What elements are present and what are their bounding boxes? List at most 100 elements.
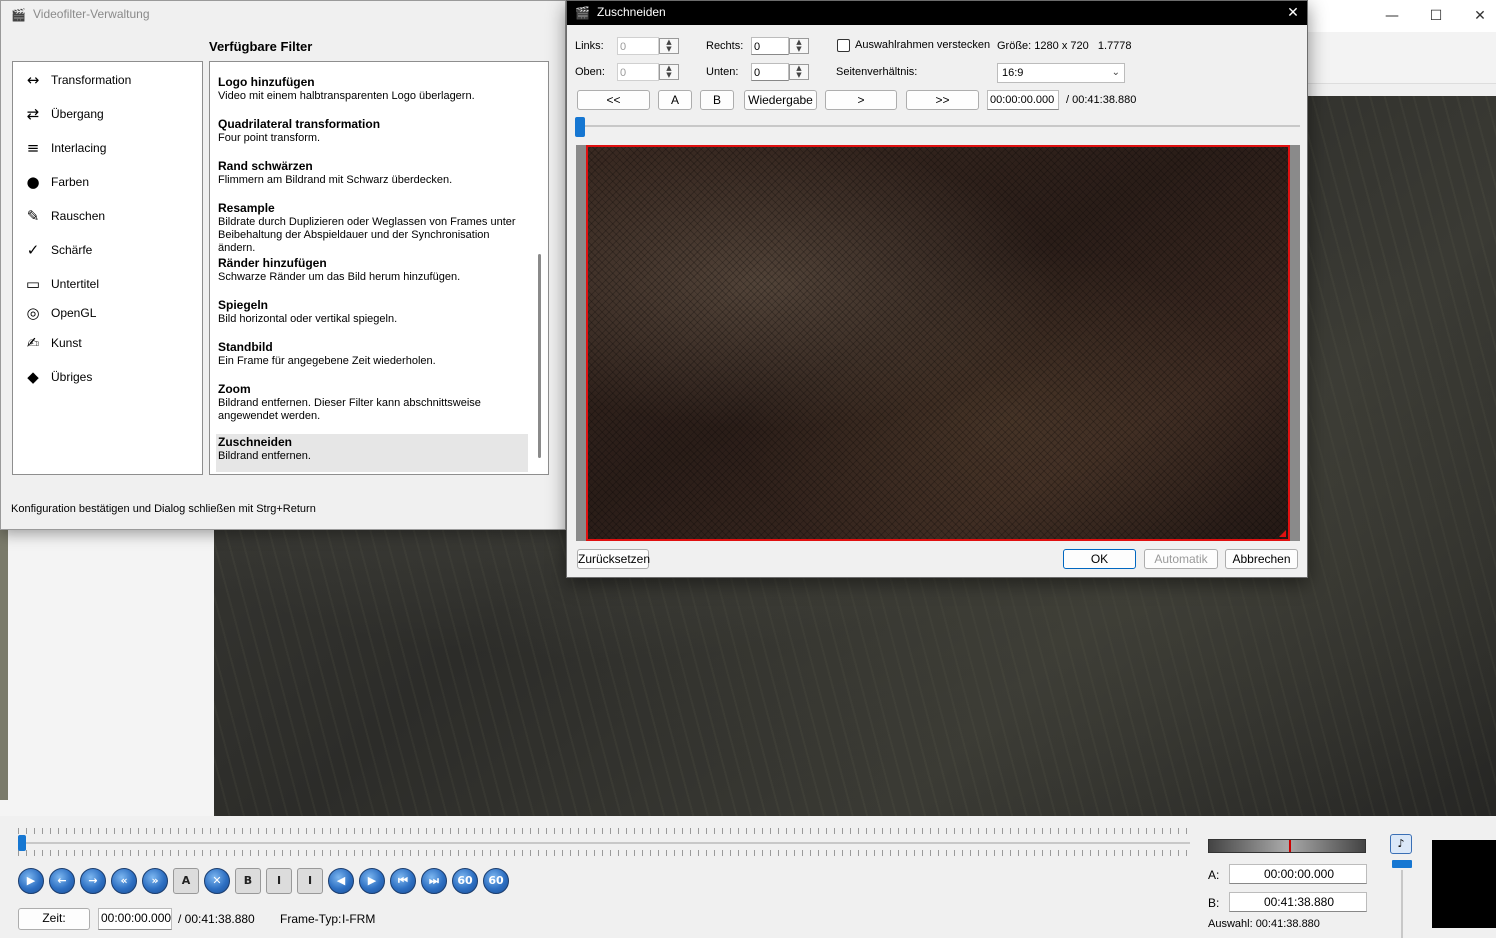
rewind-icon[interactable]: « <box>111 868 137 894</box>
transformation-icon: ↔ <box>26 71 40 89</box>
right-spinner[interactable]: ▲ ▼ <box>789 38 809 54</box>
automatic-button[interactable]: Automatik <box>1144 549 1218 569</box>
marker-a-label: A: <box>1208 868 1220 882</box>
filter-item[interactable]: Spiegeln Bild horizontal oder vertikal sp… <box>216 297 528 331</box>
filter-name: Logo hinzufügen <box>218 75 315 89</box>
category-item[interactable]: ◎ OpenGL <box>19 299 197 329</box>
filter-item[interactable]: Rand schwärzen Flimmern am Bildrand mit S… <box>216 158 528 192</box>
transition-icon: ⇄ <box>26 105 40 123</box>
crop-slider-thumb[interactable] <box>575 117 585 137</box>
filter-name: Resample <box>218 201 275 215</box>
category-label: Kunst <box>51 336 82 350</box>
category-item[interactable]: ≡ Interlacing <box>19 134 197 164</box>
right-input[interactable]: 0 <box>751 37 789 55</box>
goto-b-button[interactable]: B <box>700 90 734 110</box>
set-marker-a-icon[interactable]: A <box>173 868 199 894</box>
category-item[interactable]: ✓ Schärfe <box>19 236 197 266</box>
filter-item[interactable]: Quadrilateral transformation Four point t… <box>216 116 528 150</box>
category-item[interactable]: ✎ Rauschen <box>19 202 197 232</box>
left-panel-edge <box>0 530 8 800</box>
filter-item[interactable]: Zuschneiden Bildrand entfernen. <box>216 434 528 472</box>
next-frame-button[interactable]: > <box>825 90 897 110</box>
bottom-label: Unten: <box>706 66 739 78</box>
crop-title: Zuschneiden <box>597 5 666 19</box>
next-frame-icon[interactable]: → <box>80 868 106 894</box>
sharpness-icon: ✓ <box>26 241 40 259</box>
resize-grip-icon[interactable] <box>1279 530 1286 537</box>
first-frame-icon[interactable]: ⏮ <box>390 868 416 894</box>
maximize-icon[interactable]: ☐ <box>1426 6 1446 26</box>
aspect-ratio-select[interactable]: 16:9 ⌄ <box>997 63 1125 83</box>
speaker-icon[interactable]: ♪ <box>1390 834 1412 854</box>
crop-total-time: / 00:41:38.880 <box>1066 94 1137 106</box>
aspect-ratio-value: 16:9 <box>1002 67 1024 79</box>
category-item[interactable]: ▭ Untertitel <box>19 270 197 300</box>
filter-item[interactable]: Zoom Bildrand entfernen. Dieser Filter ka… <box>216 381 528 429</box>
crop-preview-area <box>576 145 1300 541</box>
category-item[interactable]: ◆ Übriges <box>19 363 197 393</box>
filter-description: Bildrand entfernen. <box>218 450 311 462</box>
category-label: Untertitel <box>51 277 100 291</box>
current-time-field[interactable]: 00:00:00.000 <box>98 908 172 930</box>
cancel-button[interactable]: Abbrechen <box>1225 549 1298 569</box>
timeline-slider[interactable] <box>18 828 1190 856</box>
close-icon[interactable]: ✕ <box>1283 3 1303 23</box>
goto-marker-a-icon[interactable]: I <box>266 868 292 894</box>
forward-60s-icon[interactable]: 60 <box>483 868 509 894</box>
left-input[interactable]: 0 <box>617 37 659 55</box>
filter-item[interactable]: Standbild Ein Frame für angegebene Zeit w… <box>216 339 528 373</box>
timeline-thumb[interactable] <box>18 835 26 851</box>
bottom-input[interactable]: 0 <box>751 63 789 81</box>
bottom-spinner[interactable]: ▲ ▼ <box>789 64 809 80</box>
reset-button[interactable]: Zurücksetzen <box>577 549 650 569</box>
volume-track <box>1401 870 1403 938</box>
category-label: Übriges <box>51 370 93 384</box>
last-frame-icon[interactable]: ⏭ <box>421 868 447 894</box>
time-button[interactable]: Zeit: <box>18 908 90 930</box>
shortcut-hint: Konfiguration bestätigen und Dialog schl… <box>11 503 316 515</box>
misc-icon: ◆ <box>27 368 39 386</box>
total-time: / 00:41:38.880 <box>178 912 255 926</box>
timeline-ticks-top <box>18 828 1190 834</box>
play-icon[interactable]: ▶ <box>18 868 44 894</box>
top-input[interactable]: 0 <box>617 63 659 81</box>
filter-item[interactable]: Logo hinzufügen Video mit einem halbtrans… <box>216 74 528 108</box>
right-label: Rechts: <box>706 40 744 52</box>
goto-marker-b-icon[interactable]: I <box>297 868 323 894</box>
left-spinner[interactable]: ▲ ▼ <box>659 38 679 54</box>
ok-button[interactable]: OK <box>1063 549 1136 569</box>
goto-a-button[interactable]: A <box>658 90 692 110</box>
fast-forward-icon[interactable]: » <box>142 868 168 894</box>
set-marker-b-icon[interactable]: B <box>235 868 261 894</box>
back-60s-icon[interactable]: 60 <box>452 868 478 894</box>
delete-icon[interactable]: ✕ <box>204 868 230 894</box>
previous-keyframe-icon[interactable]: ◀ <box>328 868 354 894</box>
category-item[interactable]: ● Farben <box>19 168 197 198</box>
next-keyframe-icon[interactable]: ▶ <box>359 868 385 894</box>
crop-selection-frame[interactable] <box>586 145 1290 541</box>
category-label: Übergang <box>51 107 104 121</box>
next-keyframe-button[interactable]: >> <box>906 90 979 110</box>
category-label: Schärfe <box>51 243 93 257</box>
crop-slider-track <box>576 125 1300 127</box>
marker-b-field[interactable]: 00:41:38.880 <box>1229 892 1367 912</box>
volume-slider[interactable] <box>1392 860 1412 868</box>
close-icon[interactable]: ✕ <box>1470 6 1490 26</box>
filter-item[interactable]: Ränder hinzufügen Schwarze Ränder um das … <box>216 255 528 289</box>
left-label: Links: <box>575 40 604 52</box>
frame-type-value: I-FRM <box>342 912 376 926</box>
hide-frame-checkbox[interactable] <box>837 39 850 52</box>
category-item[interactable]: ↔ Transformation <box>19 66 197 96</box>
category-item[interactable]: ✍ Kunst <box>19 329 197 359</box>
play-button[interactable]: Wiedergabe <box>744 90 817 110</box>
minimize-icon[interactable]: — <box>1382 6 1402 26</box>
marker-a-field[interactable]: 00:00:00.000 <box>1229 864 1367 884</box>
category-label: Transformation <box>51 73 132 87</box>
category-item[interactable]: ⇄ Übergang <box>19 100 197 130</box>
top-spinner[interactable]: ▲ ▼ <box>659 64 679 80</box>
previous-frame-icon[interactable]: ← <box>49 868 75 894</box>
previous-keyframe-button[interactable]: << <box>577 90 650 110</box>
crop-time-field[interactable]: 00:00:00.000 <box>987 90 1059 110</box>
filter-item[interactable]: Resample Bildrate durch Duplizieren oder … <box>216 200 528 254</box>
filter-list-scrollbar[interactable] <box>538 254 541 458</box>
